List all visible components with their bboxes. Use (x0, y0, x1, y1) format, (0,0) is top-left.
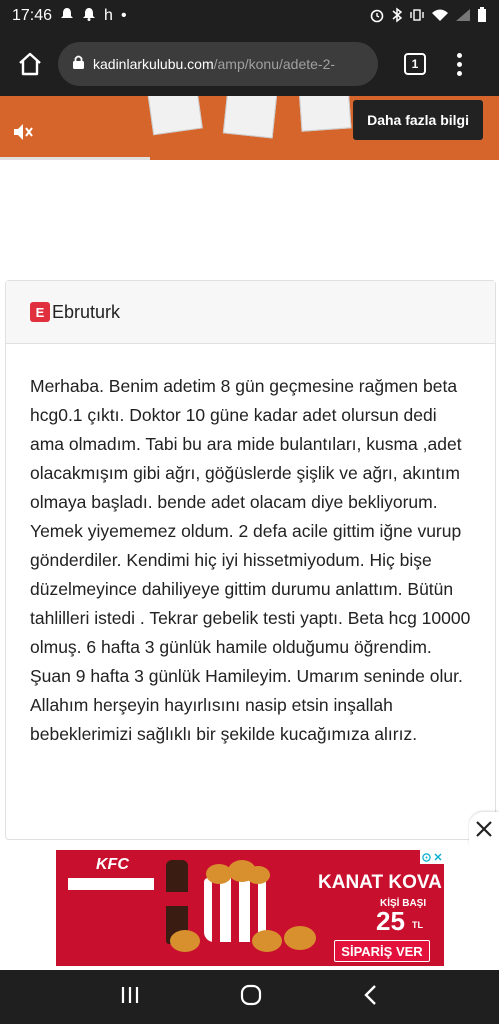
back-button[interactable] (362, 984, 380, 1011)
chicken-image (284, 926, 316, 950)
url-path: /amp/konu/adete-2- (213, 56, 336, 72)
status-time: 17:46 (12, 7, 53, 24)
tab-switcher-button[interactable]: 1 (404, 53, 426, 75)
kfc-logo: KFC (96, 856, 129, 873)
bottom-banner-ad: KFC KANAT KOVA KİŞİ BAŞI 25 TL SİPARİŞ V… (0, 846, 499, 970)
browser-toolbar: kadinlarkulubu.com/amp/konu/adete-2- 1 (0, 32, 499, 96)
ad-choices-icon[interactable] (420, 850, 444, 864)
back-icon (364, 984, 376, 1005)
post-header: E Ebruturk (6, 281, 495, 344)
chicken-image (252, 930, 282, 952)
chicken-image (246, 866, 270, 884)
ad-image-document (147, 96, 203, 136)
home-nav-button[interactable] (239, 983, 263, 1012)
kebab-icon-dot (456, 61, 462, 67)
kebab-icon-dot (456, 70, 462, 76)
url-host: kadinlarkulubu.com (93, 56, 214, 72)
recents-icon (122, 986, 139, 1003)
kebab-icon-dot (456, 52, 462, 58)
notification-icon (60, 7, 74, 26)
ad-image-document (222, 96, 278, 139)
alarm-icon (369, 7, 385, 26)
address-bar[interactable]: kadinlarkulubu.com/amp/konu/adete-2- (58, 42, 378, 86)
bucket-stripe (231, 878, 239, 942)
home-button[interactable] (10, 44, 50, 84)
chicken-image (170, 930, 200, 952)
close-icon (476, 821, 492, 837)
avatar[interactable]: E (30, 302, 50, 322)
home-circle-icon (241, 984, 262, 1005)
home-icon (19, 52, 41, 76)
signal-icon (455, 8, 471, 25)
menu-button[interactable] (454, 52, 464, 76)
ad-title: KANAT KOVA (318, 872, 442, 893)
top-video-ad[interactable]: Daha fazla bilgi (0, 96, 499, 160)
more-info-button[interactable]: Daha fazla bilgi (353, 100, 483, 140)
ad-image-document (298, 96, 352, 132)
post-author[interactable]: Ebruturk (52, 302, 120, 323)
android-nav-bar (0, 970, 499, 1024)
post-body: Merhaba. Benim adetim 8 gün geçmesine ra… (30, 376, 471, 744)
mute-icon[interactable] (12, 122, 34, 147)
lock-icon (72, 54, 85, 75)
post-card: E Ebruturk Merhaba. Benim adetim 8 gün g… (5, 280, 496, 840)
battery-icon (477, 6, 487, 26)
ad-currency: TL (412, 920, 423, 930)
ad-price: 25 (376, 906, 405, 936)
ad-progress-bar (0, 157, 150, 160)
kfc-logo-strip (68, 878, 154, 890)
bluetooth-icon (391, 7, 403, 26)
kfc-ad[interactable]: KFC KANAT KOVA KİŞİ BAŞI 25 TL SİPARİŞ V… (56, 850, 444, 966)
dot-icon: • (120, 7, 127, 24)
bell-icon (82, 7, 96, 26)
bucket-stripe (212, 878, 220, 942)
recent-apps-button[interactable] (119, 985, 141, 1010)
order-button[interactable]: SİPARİŞ VER (334, 940, 430, 962)
status-indicator: h (104, 7, 113, 24)
status-bar: 17:46 h • (0, 0, 499, 32)
wifi-icon (431, 8, 449, 25)
cola-label (166, 892, 188, 906)
vibrate-icon (409, 7, 425, 26)
close-ad-button[interactable] (469, 812, 499, 846)
